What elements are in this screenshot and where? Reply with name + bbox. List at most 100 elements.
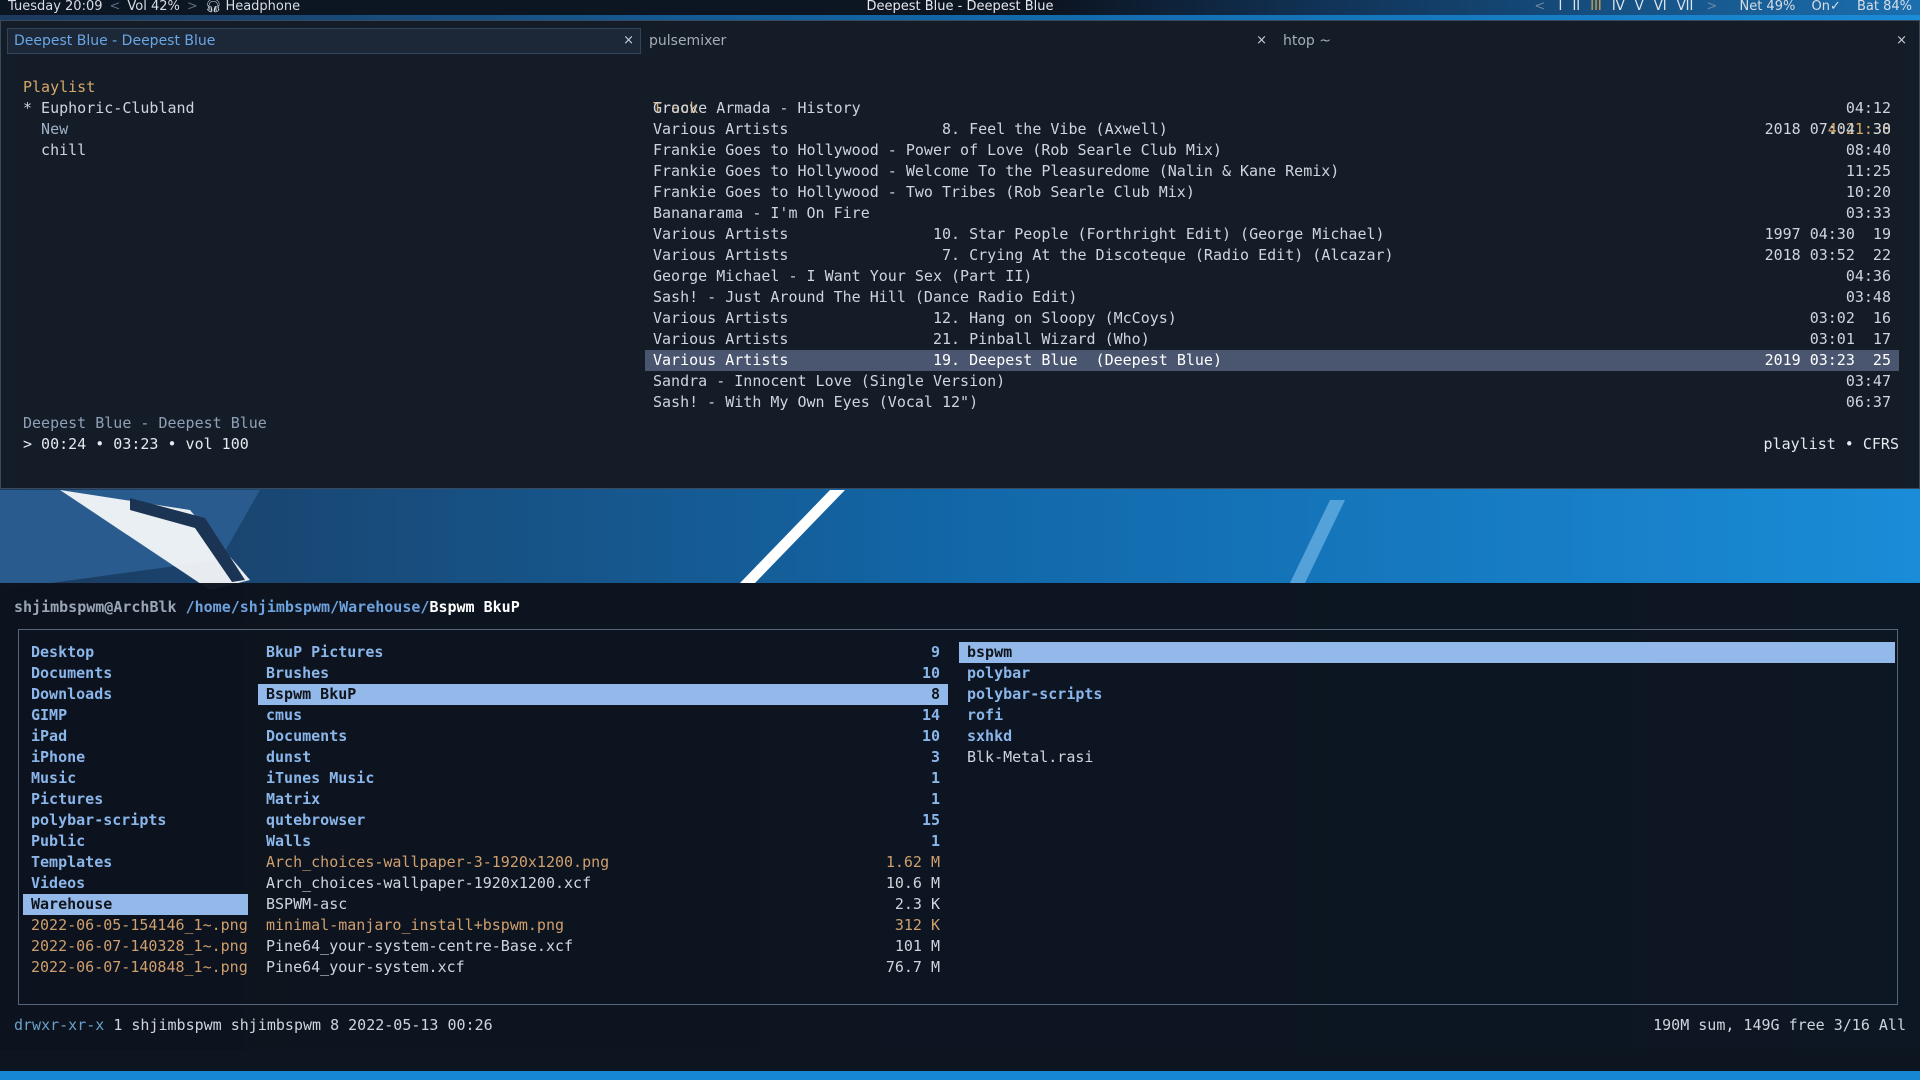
entry-size: 1 xyxy=(930,790,940,808)
directory-entry[interactable]: Documents xyxy=(23,663,248,684)
directory-entry[interactable]: BkuP Pictures 9 xyxy=(258,642,948,663)
directory-entry[interactable]: Templates xyxy=(23,852,248,873)
directory-entry[interactable]: Desktop xyxy=(23,642,248,663)
track-row[interactable]: Groove Armada - History 04:12 xyxy=(645,98,1899,119)
track-meta: 2018 03:52 22 xyxy=(1764,246,1891,264)
playlist-item[interactable]: chill xyxy=(23,140,623,161)
file-entry[interactable]: minimal-manjaro_install+bspwm.png 312 K xyxy=(258,915,948,936)
track-artist: Bananarama - I'm On Fire xyxy=(653,204,870,222)
directory-entry[interactable]: Public xyxy=(23,831,248,852)
permissions: drwxr-xr-x xyxy=(14,1016,105,1034)
track-row[interactable]: Various Artists 19. Deepest Blue (Deepest… xyxy=(645,350,1899,371)
entry-name: bspwm xyxy=(967,643,1013,661)
directory-entry[interactable]: Warehouse xyxy=(23,894,248,915)
file-entry[interactable]: 2022-06-07-140848_1~.png xyxy=(23,957,248,978)
tab-pulsemixer[interactable]: pulsemixer × xyxy=(649,29,1273,53)
entry-size: 10 xyxy=(921,664,940,682)
entry-name: Walls xyxy=(266,832,312,850)
entry-size: 14 xyxy=(921,706,940,724)
track-artist: Various Artists xyxy=(653,246,789,264)
track-row[interactable]: George Michael - I Want Your Sex (Part I… xyxy=(645,266,1899,287)
entry-name: 2022-06-07-140328_1~.png xyxy=(31,937,248,955)
track-artist: Frankie Goes to Hollywood - Welcome To t… xyxy=(653,162,1340,180)
track-artist: Various Artists xyxy=(653,351,789,369)
entry-name: iTunes Music xyxy=(266,769,375,787)
file-entry[interactable]: Blk-Metal.rasi xyxy=(959,747,1895,768)
directory-entry[interactable]: sxhkd xyxy=(959,726,1895,747)
playlist-item[interactable]: New xyxy=(23,119,623,140)
directory-entry[interactable]: polybar xyxy=(959,663,1895,684)
workspace-5[interactable]: V xyxy=(1635,0,1644,14)
track-row[interactable]: Various Artists 7. Crying At the Discote… xyxy=(645,245,1899,266)
playback-mode: playlist • CFRS xyxy=(1763,435,1899,453)
close-icon[interactable]: × xyxy=(623,29,634,53)
directory-entry[interactable]: Matrix 1 xyxy=(258,789,948,810)
workspace-6[interactable]: VI xyxy=(1654,0,1667,14)
directory-entry[interactable]: iTunes Music 1 xyxy=(258,768,948,789)
file-entry[interactable]: Pine64_your-system-centre-Base.xcf 101 M xyxy=(258,936,948,957)
track-row[interactable]: Bananarama - I'm On Fire 03:33 xyxy=(645,203,1899,224)
directory-entry[interactable]: qutebrowser 15 xyxy=(258,810,948,831)
track-artist: Groove Armada - History xyxy=(653,99,861,117)
entry-name: Pine64_your-system-centre-Base.xcf xyxy=(266,937,574,955)
directory-entry[interactable]: GIMP xyxy=(23,705,248,726)
track-artist: Frankie Goes to Hollywood - Power of Lov… xyxy=(653,141,1222,159)
directory-entry[interactable]: rofi xyxy=(959,705,1895,726)
entry-name: Arch_choices-wallpaper-1920x1200.xcf xyxy=(266,874,592,892)
track-row[interactable]: Frankie Goes to Hollywood - Two Tribes (… xyxy=(645,182,1899,203)
terminal-tab-bar: Deepest Blue - Deepest Blue × pulsemixer… xyxy=(1,28,1919,54)
tab-label: pulsemixer xyxy=(649,33,727,49)
track-list: Track 4:21:38 Groove Armada - History 04:… xyxy=(645,77,1899,413)
track-row[interactable]: Various Artists 12. Hang on Sloopy (McCoy… xyxy=(645,308,1899,329)
directory-entry[interactable]: bspwm xyxy=(959,642,1895,663)
directory-entry[interactable]: Videos xyxy=(23,873,248,894)
entry-name: GIMP xyxy=(31,706,68,724)
track-row[interactable]: Various Artists 10. Star People (Forthrig… xyxy=(645,224,1899,245)
playlist-item[interactable]: * Euphoric-Clubland xyxy=(23,98,623,119)
close-icon[interactable]: × xyxy=(1896,29,1907,53)
workspace-1[interactable]: I xyxy=(1558,0,1562,14)
directory-entry[interactable]: Walls 1 xyxy=(258,831,948,852)
tab-cmus[interactable]: Deepest Blue - Deepest Blue × xyxy=(7,28,641,54)
directory-entry[interactable]: Documents 10 xyxy=(258,726,948,747)
file-entry[interactable]: Pine64_your-system.xcf 76.7 M xyxy=(258,957,948,978)
file-entry[interactable]: 2022-06-07-140328_1~.png xyxy=(23,936,248,957)
track-row[interactable]: Sash! - With My Own Eyes (Vocal 12") 06:3… xyxy=(645,392,1899,413)
workspace-2[interactable]: II xyxy=(1572,0,1580,14)
track-row[interactable]: Various Artists 21. Pinball Wizard (Who) 0… xyxy=(645,329,1899,350)
file-entry[interactable]: Arch_choices-wallpaper-1920x1200.xcf 10.6… xyxy=(258,873,948,894)
directory-entry[interactable]: Pictures xyxy=(23,789,248,810)
track-title: 12. Hang on Sloopy (McCoys) xyxy=(933,309,1177,327)
path-dir[interactable]: /home/shjimbspwm/Warehouse/ xyxy=(186,598,430,616)
track-meta: 2018 07:04 30 xyxy=(1764,120,1891,138)
directory-entry[interactable]: polybar-scripts xyxy=(959,684,1895,705)
track-row[interactable]: Sandra - Innocent Love (Single Version) 0… xyxy=(645,371,1899,392)
track-row[interactable]: Sash! - Just Around The Hill (Dance Radi… xyxy=(645,287,1899,308)
workspace-3[interactable]: III xyxy=(1590,0,1602,14)
entry-name: rofi xyxy=(967,706,1004,724)
track-artist: Sash! - With My Own Eyes (Vocal 12") xyxy=(653,393,979,411)
workspace-7[interactable]: VII xyxy=(1677,0,1694,14)
directory-entry[interactable]: iPad xyxy=(23,726,248,747)
tab-htop[interactable]: htop ~ × xyxy=(1283,29,1913,53)
close-icon[interactable]: × xyxy=(1256,29,1267,53)
workspace-4[interactable]: IV xyxy=(1612,0,1625,14)
entry-name: BSPWM-asc xyxy=(266,895,348,913)
file-entry[interactable]: BSPWM-asc 2.3 K xyxy=(258,894,948,915)
file-entry[interactable]: Arch_choices-wallpaper-3-1920x1200.png 1.… xyxy=(258,852,948,873)
file-entry[interactable]: 2022-06-05-154146_1~.png xyxy=(23,915,248,936)
directory-entry[interactable]: iPhone xyxy=(23,747,248,768)
directory-entry[interactable]: dunst 3 xyxy=(258,747,948,768)
track-row[interactable]: Frankie Goes to Hollywood - Power of Lov… xyxy=(645,140,1899,161)
track-meta: 08:40 xyxy=(1845,141,1891,159)
entry-name: Warehouse xyxy=(31,895,113,913)
directory-entry[interactable]: Music xyxy=(23,768,248,789)
directory-entry[interactable]: polybar-scripts xyxy=(23,810,248,831)
directory-entry[interactable]: cmus 14 xyxy=(258,705,948,726)
track-row[interactable]: Various Artists 8. Feel the Vibe (Axwell… xyxy=(645,119,1899,140)
track-row[interactable]: Frankie Goes to Hollywood - Welcome To t… xyxy=(645,161,1899,182)
directory-entry[interactable]: Brushes 10 xyxy=(258,663,948,684)
directory-entry[interactable]: Bspwm BkuP 8 xyxy=(258,684,948,705)
directory-entry[interactable]: Downloads xyxy=(23,684,248,705)
user-host: shjimbspwm@ArchBlk xyxy=(14,598,177,616)
